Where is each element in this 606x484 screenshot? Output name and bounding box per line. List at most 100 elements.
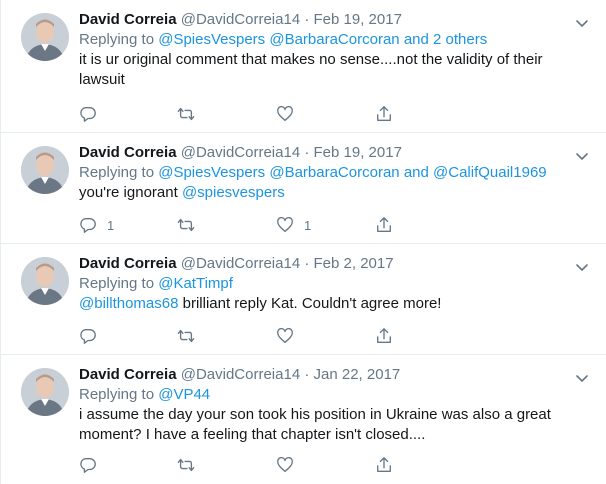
share-icon	[377, 457, 391, 472]
author-name[interactable]: David Correia	[79, 366, 177, 383]
like-button[interactable]: 1	[276, 215, 311, 235]
avatar[interactable]	[21, 146, 69, 194]
share-icon	[377, 217, 391, 232]
reply-button[interactable]: 1	[79, 215, 114, 235]
tweet-date[interactable]: Feb 19, 2017	[314, 11, 402, 28]
tweet-text-part: you're ignorant	[79, 184, 178, 201]
tweet[interactable]: David Correia @DavidCorreia14 · Feb 19, …	[1, 0, 606, 133]
separator: ·	[304, 366, 310, 383]
retweet-button[interactable]	[177, 326, 195, 346]
replying-to: Replying to @SpiesVespers @BarbaraCorcor…	[79, 163, 567, 183]
tweet-date[interactable]: Feb 19, 2017	[314, 144, 402, 161]
mention-link[interactable]: @VP44	[158, 386, 210, 403]
share-icon	[377, 106, 391, 121]
separator: ·	[304, 144, 310, 161]
share-button[interactable]	[375, 104, 393, 124]
tweet-text: it is ur original comment that makes no …	[79, 51, 543, 88]
tweet-header: David Correia @DavidCorreia14 · Feb 19, …	[79, 10, 567, 30]
author-handle[interactable]: @DavidCorreia14	[181, 144, 300, 161]
heart-icon	[277, 216, 293, 232]
retweet-button[interactable]	[177, 455, 195, 475]
chevron-down-icon[interactable]	[575, 371, 589, 385]
retweet-icon	[177, 329, 195, 343]
heart-icon	[277, 327, 293, 343]
tweet-actions: 1 1	[79, 215, 399, 235]
avatar[interactable]	[21, 13, 69, 61]
author-name[interactable]: David Correia	[79, 255, 177, 272]
avatar[interactable]	[21, 368, 69, 416]
reply-icon	[80, 329, 96, 344]
tweet-header: David Correia @DavidCorreia14 · Jan 22, …	[79, 365, 567, 385]
retweet-button[interactable]	[177, 104, 195, 124]
tweet-content: David Correia @DavidCorreia14 · Feb 19, …	[79, 10, 567, 90]
author-name[interactable]: David Correia	[79, 11, 177, 28]
tweet-content: David Correia @DavidCorreia14 · Feb 19, …	[79, 143, 567, 203]
tweet[interactable]: David Correia @DavidCorreia14 · Feb 19, …	[1, 133, 606, 244]
replying-prefix: Replying to	[79, 275, 155, 292]
avatar[interactable]	[21, 257, 69, 305]
tweet-actions	[79, 455, 399, 475]
heart-icon	[277, 105, 293, 121]
author-handle[interactable]: @DavidCorreia14	[181, 255, 300, 272]
author-handle[interactable]: @DavidCorreia14	[181, 11, 300, 28]
share-button[interactable]	[375, 326, 393, 346]
chevron-down-icon[interactable]	[575, 149, 589, 163]
tweet-actions	[79, 326, 399, 346]
chevron-down-icon[interactable]	[575, 260, 589, 274]
tweet[interactable]: David Correia @DavidCorreia14 · Feb 2, 2…	[1, 244, 606, 355]
reply-button[interactable]	[79, 455, 107, 475]
share-button[interactable]	[375, 455, 393, 475]
tweet[interactable]: David Correia @DavidCorreia14 · Jan 22, …	[1, 355, 606, 484]
tweet-timeline: David Correia @DavidCorreia14 · Feb 19, …	[0, 0, 606, 484]
author-handle[interactable]: @DavidCorreia14	[181, 366, 300, 383]
replying-to: Replying to @KatTimpf	[79, 274, 567, 294]
reply-count: 1	[107, 217, 115, 233]
tweet-text: you're ignorant @spiesvespers	[79, 183, 567, 203]
heart-icon	[277, 456, 293, 472]
replying-prefix: Replying to	[79, 164, 155, 181]
chevron-down-icon[interactable]	[575, 16, 589, 30]
tweet-date[interactable]: Jan 22, 2017	[314, 366, 401, 383]
tweet-content: David Correia @DavidCorreia14 · Jan 22, …	[79, 365, 567, 445]
tweet-date[interactable]: Feb 2, 2017	[314, 255, 394, 272]
replying-prefix: Replying to	[79, 31, 155, 48]
mention-link[interactable]: @KatTimpf	[158, 275, 233, 292]
tweet-text-part: brilliant reply Kat. Couldn't agree more…	[182, 295, 442, 312]
tweet-text: i assume the day your son took his posit…	[79, 406, 551, 443]
mention-link[interactable]: @BarbaraCorcoran	[269, 164, 399, 181]
mention-link[interactable]: @SpiesVespers	[158, 164, 265, 181]
mention-link[interactable]: @SpiesVespers	[158, 31, 265, 48]
retweet-icon	[177, 107, 195, 121]
like-count: 1	[304, 217, 312, 233]
retweet-button[interactable]	[177, 215, 195, 235]
retweet-icon	[177, 458, 195, 472]
reply-icon	[80, 218, 96, 233]
separator: ·	[304, 11, 310, 28]
replying-and[interactable]: and	[404, 164, 429, 181]
like-button[interactable]	[276, 104, 304, 124]
like-button[interactable]	[276, 455, 304, 475]
replying-to: Replying to @VP44	[79, 385, 567, 405]
tweet-actions	[79, 104, 399, 124]
separator: ·	[304, 255, 310, 272]
mention-link[interactable]: @spiesvespers	[182, 184, 285, 201]
reply-icon	[80, 458, 96, 473]
mention-link[interactable]: @CalifQuail1969	[433, 164, 547, 181]
replying-to: Replying to @SpiesVespers @BarbaraCorcor…	[79, 30, 567, 50]
like-button[interactable]	[276, 326, 304, 346]
mention-link[interactable]: @BarbaraCorcoran	[269, 31, 399, 48]
reply-button[interactable]	[79, 326, 107, 346]
replying-prefix: Replying to	[79, 386, 155, 403]
reply-icon	[80, 107, 96, 122]
author-name[interactable]: David Correia	[79, 144, 177, 161]
reply-button[interactable]	[79, 104, 107, 124]
tweet-text: @billthomas68 brilliant reply Kat. Could…	[79, 294, 567, 314]
others-link[interactable]: 2 others	[433, 31, 487, 48]
tweet-header: David Correia @DavidCorreia14 · Feb 19, …	[79, 143, 567, 163]
mention-link[interactable]: @billthomas68	[79, 295, 178, 312]
tweet-content: David Correia @DavidCorreia14 · Feb 2, 2…	[79, 254, 567, 314]
share-icon	[377, 328, 391, 343]
share-button[interactable]	[375, 215, 393, 235]
retweet-icon	[177, 218, 195, 232]
replying-and[interactable]: and	[404, 31, 429, 48]
